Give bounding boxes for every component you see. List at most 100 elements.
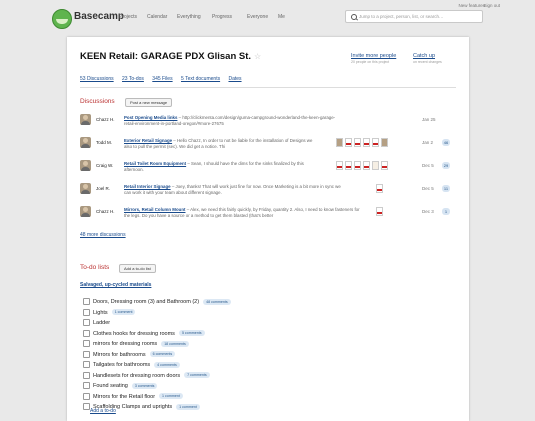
discussion-subject[interactable]: Mirrors, Retail Column Mount xyxy=(124,207,185,212)
nav-everything[interactable]: Everything xyxy=(177,14,201,20)
add-todo-list-button[interactable]: Add a to-do list xyxy=(119,264,156,273)
discussion-author: Joel R. xyxy=(96,186,111,191)
project-card: KEEN Retail: GARAGE PDX Glisan St. ☆ Invi… xyxy=(67,37,469,421)
sign-out-link[interactable]: Sign out xyxy=(483,3,500,8)
comment-count-badge: 1 xyxy=(442,208,450,215)
pdf-file-icon[interactable] xyxy=(381,161,388,170)
todo-item: Lights 1 comment xyxy=(83,304,443,316)
nav-projects[interactable]: Projects xyxy=(119,14,137,20)
todo-item: Clothes hooks for dressing rooms 5 commen… xyxy=(83,325,443,337)
discussion-author: Todd M. xyxy=(96,140,113,145)
pdf-file-icon[interactable] xyxy=(345,161,352,170)
discussion-row[interactable]: Todd M. Exterior Retail Signage – Hello … xyxy=(80,137,456,156)
tab-text-documents[interactable]: 5 Text documents xyxy=(181,76,220,82)
tab-discussions[interactable]: 53 Discussions xyxy=(80,76,114,82)
discussion-row[interactable]: Joel R. Retail Interior Signage – Joey, … xyxy=(80,183,456,202)
project-title-row: KEEN Retail: GARAGE PDX Glisan St. ☆ xyxy=(80,51,261,62)
pdf-file-icon[interactable] xyxy=(354,161,361,170)
nav-me[interactable]: Me xyxy=(278,14,285,20)
todo-list-title[interactable]: Salvaged, up-cycled materials xyxy=(80,282,151,288)
pdf-file-icon[interactable] xyxy=(363,161,370,170)
search-icon xyxy=(351,14,357,20)
discussion-row[interactable]: Chazz H. Post Opening Media links – http… xyxy=(80,114,456,133)
todo-item: Mirrors for the Retail floor 1 comment xyxy=(83,388,443,400)
pdf-file-icon[interactable] xyxy=(376,207,383,216)
post-message-button[interactable]: Post a new message xyxy=(125,98,173,107)
todo-item: Handlesets for dressing room doors 7 comm… xyxy=(83,367,443,379)
discussion-subject[interactable]: Retail Interior Signage xyxy=(124,184,171,189)
todo-item: Tailgates for bathrooms 4 comments xyxy=(83,356,443,369)
discussions-heading: Discussions xyxy=(80,98,115,105)
invite-subtext: 20 people on this project xyxy=(351,60,390,64)
catch-up-link[interactable]: Catch up xyxy=(413,53,461,59)
nav-progress[interactable]: Progress xyxy=(212,14,232,20)
pdf-file-icon[interactable] xyxy=(372,138,379,147)
catchup-subtext: on recent changes xyxy=(413,60,442,64)
add-todo-link[interactable]: Add a to-do xyxy=(90,408,116,414)
invite-people-link[interactable]: Invite more people xyxy=(351,53,409,59)
todo-checkbox[interactable] xyxy=(83,403,90,411)
pdf-file-icon[interactable] xyxy=(363,138,370,147)
discussion-date: Jan 25 xyxy=(422,117,436,122)
image-file-icon[interactable] xyxy=(336,138,343,147)
discussion-date: Dec 5 xyxy=(422,163,434,168)
discussion-subject[interactable]: Exterior Retail Signage xyxy=(124,138,172,143)
discussion-subject[interactable]: Post Opening Media links xyxy=(124,115,177,120)
invite-block: Invite more people 20 people on this pro… xyxy=(351,53,409,64)
todo-item: Found seating 3 comments xyxy=(83,377,443,390)
project-title: KEEN Retail: GARAGE PDX Glisan St. xyxy=(80,51,252,62)
top-bar: Basecamp Projects Calendar Everything Pr… xyxy=(0,0,535,34)
discussion-author: Chazz H. xyxy=(96,209,115,214)
todo-item: mirrors for dressing rooms 18 comments xyxy=(83,335,443,348)
avatar xyxy=(80,160,91,171)
discussion-text: Retail Interior Signage – Joey, thanks! … xyxy=(124,184,341,195)
discussion-date: Dec 5 xyxy=(422,186,434,191)
whats-new-link[interactable]: New features xyxy=(458,3,485,8)
todo-item: Mirrors for bathrooms 6 comments xyxy=(83,346,443,358)
avatar xyxy=(80,206,91,217)
todos-heading: To-do lists xyxy=(80,264,110,271)
discussion-author: Chazz H. xyxy=(96,117,115,122)
search-box[interactable] xyxy=(345,10,483,23)
catchup-block: Catch up on recent changes xyxy=(413,53,461,64)
discussion-row[interactable]: Craig W. Retail Toilet Room Equipment – … xyxy=(80,160,456,179)
tab-todos[interactable]: 23 To-dos xyxy=(122,76,144,82)
discussion-date: Jan 2 xyxy=(422,140,434,145)
discussion-row[interactable]: Chazz H. Mirrors, Retail Column Mount – … xyxy=(80,206,456,225)
project-tabs: 53 Discussions 23 To-dos 345 Files 5 Tex… xyxy=(80,76,249,82)
discussion-date: Dec 3 xyxy=(422,209,434,214)
comment-count-badge: 46 xyxy=(442,139,450,146)
comment-count-badge: 11 xyxy=(442,185,450,192)
search-input[interactable] xyxy=(359,12,479,21)
pdf-file-icon[interactable] xyxy=(376,184,383,193)
todo-item: Ladder xyxy=(83,314,443,327)
tab-dates[interactable]: Dates xyxy=(228,76,241,82)
attached-files xyxy=(336,161,406,173)
comments-badge[interactable]: 1 comment xyxy=(176,403,200,410)
pdf-file-icon[interactable] xyxy=(345,138,352,147)
pdf-file-icon[interactable] xyxy=(336,161,343,170)
discussion-author: Craig W. xyxy=(96,163,114,168)
attached-files xyxy=(376,184,446,196)
app-name[interactable]: Basecamp xyxy=(74,11,124,22)
nav-calendar[interactable]: Calendar xyxy=(147,14,167,20)
discussion-subject[interactable]: Retail Toilet Room Equipment xyxy=(124,161,186,166)
comment-count-badge: 29 xyxy=(442,162,450,169)
avatar xyxy=(80,114,91,125)
discussion-text: Mirrors, Retail Column Mount – Alex, we … xyxy=(124,207,360,218)
document-file-icon[interactable] xyxy=(372,161,379,170)
todo-item: Scaffolding Clamps and uprights 1 comment xyxy=(83,398,443,411)
more-discussions-link[interactable]: 48 more discussions xyxy=(80,232,126,238)
pdf-file-icon[interactable] xyxy=(354,138,361,147)
avatar xyxy=(80,183,91,194)
attached-files xyxy=(336,138,406,150)
todo-item: Doors, Dressing room (3) and Bathroom (2… xyxy=(83,293,443,306)
tab-files[interactable]: 345 Files xyxy=(152,76,172,82)
image-file-icon[interactable] xyxy=(381,138,388,147)
avatar xyxy=(80,137,91,148)
nav-everyone[interactable]: Everyone xyxy=(247,14,268,20)
star-icon[interactable]: ☆ xyxy=(254,52,261,61)
discussion-text: Exterior Retail Signage – Hello Chazz, I… xyxy=(124,138,313,149)
basecamp-logo-icon[interactable] xyxy=(52,9,72,29)
attached-files xyxy=(376,207,446,219)
